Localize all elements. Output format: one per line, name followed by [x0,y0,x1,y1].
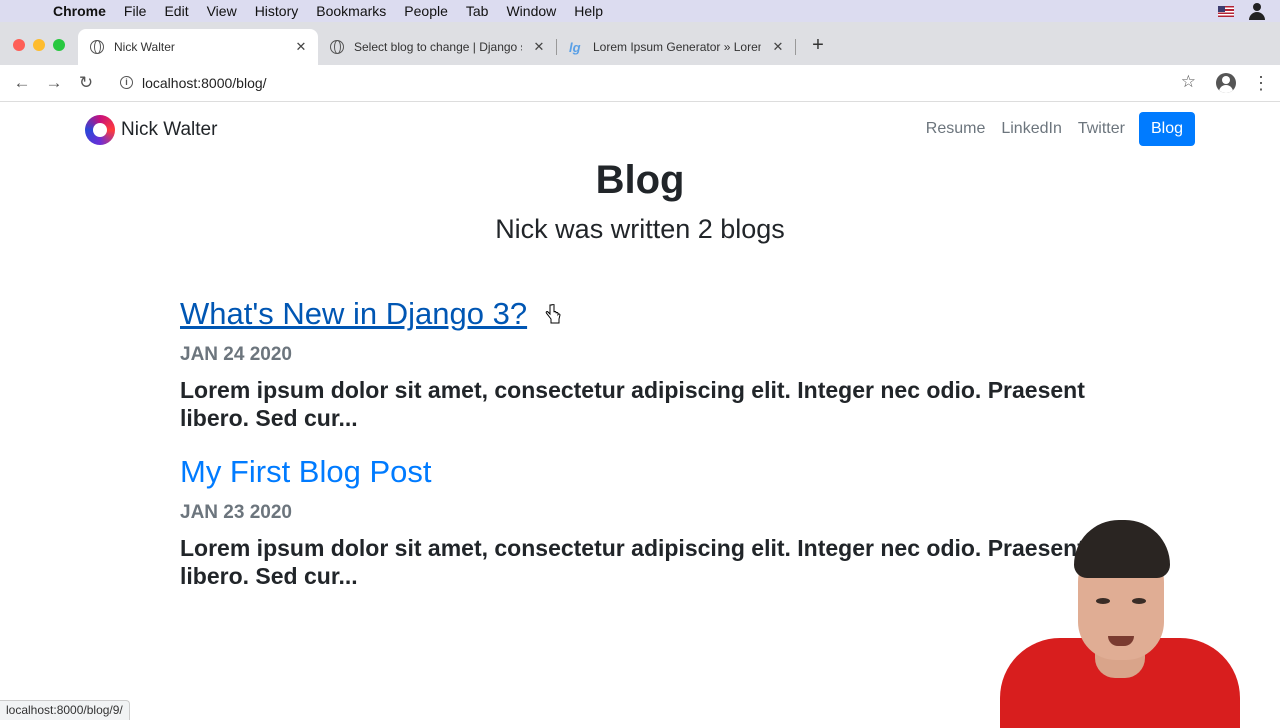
menu-file[interactable]: File [115,3,156,19]
tab-lorem-ipsum[interactable]: lg Lorem Ipsum Generator » Lorem ✕ [557,29,795,65]
hand-pointer-cursor-icon [545,304,561,324]
menu-window[interactable]: Window [497,3,565,19]
post-title-link[interactable]: My First Blog Post [180,454,432,490]
nav-blog[interactable]: Blog [1138,112,1195,146]
tab-divider [795,39,796,55]
address-bar[interactable]: i localhost:8000/blog/ ☆ [108,69,1208,97]
forward-arrow-icon[interactable]: → [43,72,65,94]
nav-resume[interactable]: Resume [918,112,994,146]
more-menu-icon[interactable]: ⋮ [1252,72,1270,94]
post-excerpt: Lorem ipsum dolor sit amet, consectetur … [180,377,1085,431]
zoom-window-button[interactable] [53,39,65,51]
post-title-link[interactable]: What's New in Django 3? [180,296,527,332]
menu-tab[interactable]: Tab [457,3,498,19]
menu-edit[interactable]: Edit [155,3,197,19]
tab-django-admin[interactable]: Select blog to change | Django s ✕ [318,29,556,65]
nav-linkedin[interactable]: LinkedIn [993,112,1070,146]
globe-icon [90,40,104,54]
close-tab-icon[interactable]: ✕ [532,39,546,55]
site-logo-icon [85,115,115,145]
status-bar-link-preview: localhost:8000/blog/9/ [0,700,130,720]
blog-count-subtitle: Nick was written 2 blogs [495,214,785,244]
lorem-ipsum-icon: lg [569,40,581,55]
globe-icon [330,40,344,54]
tab-title: Nick Walter [114,40,175,54]
site-nav: Resume LinkedIn Twitter Blog [918,112,1195,146]
menu-history[interactable]: History [246,3,308,19]
info-icon[interactable]: i [120,76,133,89]
brand-name: Nick Walter [121,119,218,140]
menu-app-name[interactable]: Chrome [44,3,115,19]
macos-menubar: Chrome File Edit View History Bookmarks … [0,0,1280,22]
user-account-icon[interactable] [1248,2,1266,20]
post-excerpt: Lorem ipsum dolor sit amet, consectetur … [180,535,1085,589]
site-brand[interactable]: Nick Walter [85,115,217,145]
page-title: Blog [595,158,685,202]
us-flag-input-icon[interactable] [1218,5,1234,17]
reload-icon[interactable]: ↻ [75,72,97,94]
minimize-window-button[interactable] [33,39,45,51]
close-tab-icon[interactable]: ✕ [771,39,785,55]
url-text[interactable]: localhost:8000/blog/ [142,75,267,91]
tab-title: Select blog to change | Django s [354,40,522,54]
browser-toolbar: ← → ↻ i localhost:8000/blog/ ☆ [0,65,1280,102]
nav-twitter[interactable]: Twitter [1070,112,1133,146]
tab-nick-walter[interactable]: Nick Walter ✕ [78,29,318,65]
bookmark-star-icon[interactable]: ☆ [1181,72,1196,92]
tab-title: Lorem Ipsum Generator » Lorem [593,40,761,54]
blog-post: My First Blog Post JAN 23 2020 Lorem ips… [180,454,1100,590]
window-controls [13,39,65,51]
new-tab-icon[interactable]: + [808,34,828,57]
back-arrow-icon[interactable]: ← [11,72,33,94]
menu-people[interactable]: People [395,3,457,19]
tab-strip: Nick Walter ✕ Select blog to change | Dj… [0,22,1280,65]
menu-view[interactable]: View [198,3,246,19]
menu-help[interactable]: Help [565,3,612,19]
close-tab-icon[interactable]: ✕ [294,39,308,55]
post-date: JAN 24 2020 [180,344,292,365]
profile-avatar-icon[interactable] [1216,73,1236,93]
blog-post: What's New in Django 3? JAN 24 2020 Lore… [180,296,1100,432]
menu-bookmarks[interactable]: Bookmarks [307,3,395,19]
close-window-button[interactable] [13,39,25,51]
post-date: JAN 23 2020 [180,502,292,523]
presenter-webcam-overlay [990,518,1250,728]
